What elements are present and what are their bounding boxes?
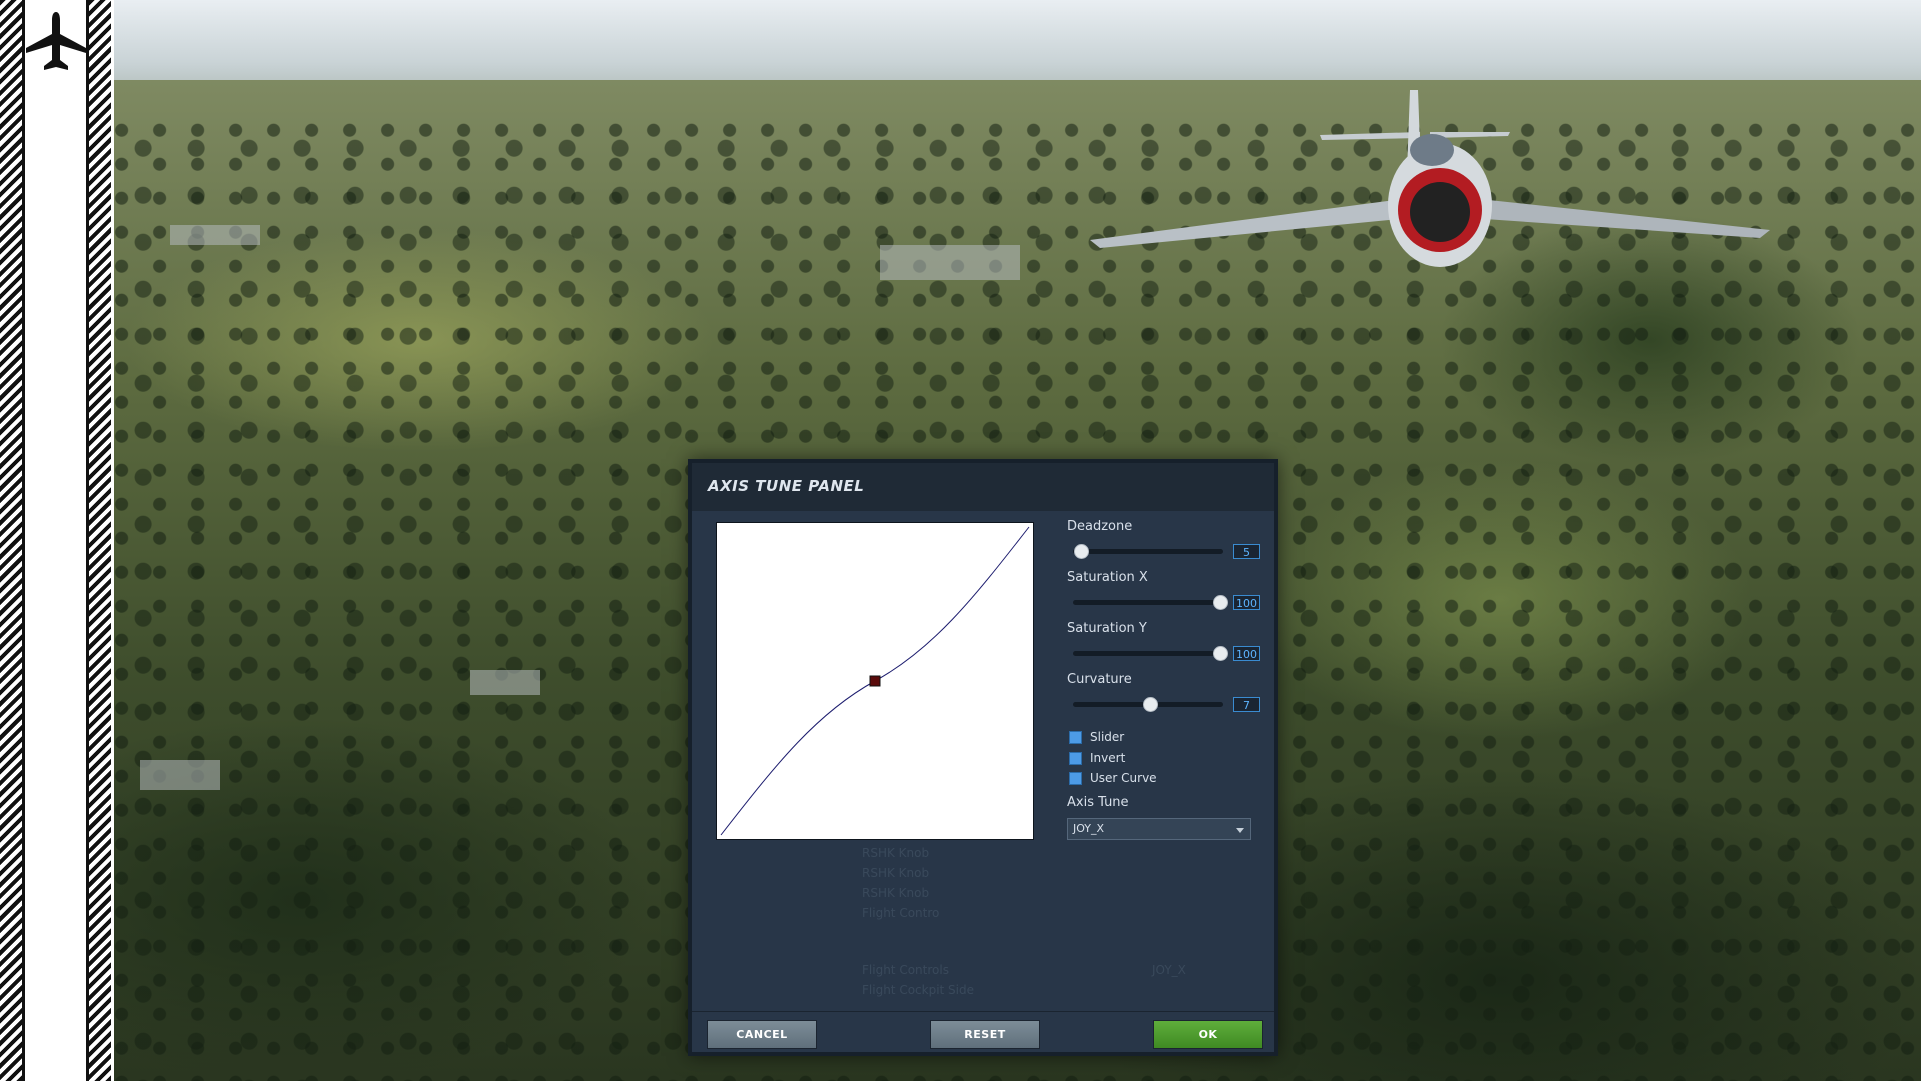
background-text: JOY_X [1152, 963, 1186, 977]
axis-tune-label: Axis Tune [1067, 795, 1129, 810]
deadzone-label: Deadzone [1067, 519, 1133, 534]
saturation-x-value[interactable]: 100 [1233, 595, 1260, 610]
town-buildings [470, 670, 540, 695]
axis-tune-selected-value: JOY_X [1073, 822, 1105, 835]
dialog-header: AXIS TUNE PANEL [692, 463, 1274, 511]
town-buildings [880, 245, 1020, 280]
deadzone-slider-track[interactable] [1073, 549, 1223, 554]
saturation-x-label: Saturation X [1067, 570, 1148, 585]
dialog-title: AXIS TUNE PANEL [708, 477, 865, 495]
background-text: Flight Contro [862, 906, 940, 920]
curvature-label: Curvature [1067, 672, 1132, 687]
reset-button[interactable]: RESET [930, 1020, 1040, 1049]
jet-aircraft [1090, 90, 1770, 267]
axis-tune-dropdown[interactable]: JOY_X [1067, 818, 1251, 840]
saturation-x-slider-track[interactable] [1073, 600, 1223, 605]
slider-checkbox[interactable] [1069, 731, 1082, 744]
footer-divider [692, 1011, 1274, 1012]
hatch-strip [89, 0, 111, 1081]
saturation-y-slider-thumb[interactable] [1213, 646, 1228, 661]
town-buildings [170, 225, 260, 245]
curve-plot [720, 526, 1030, 836]
saturation-y-slider-track[interactable] [1073, 651, 1223, 656]
ok-button[interactable]: OK [1153, 1020, 1263, 1049]
hatch-strip [0, 0, 22, 1081]
town-buildings [140, 760, 220, 790]
invert-checkbox-label: Invert [1090, 751, 1126, 765]
axis-tune-dialog: AXIS TUNE PANEL RSHK Knob RSHK Knob RSHK… [688, 459, 1278, 1056]
deadzone-value[interactable]: 5 [1233, 544, 1260, 559]
divider [86, 0, 89, 1081]
axis-curve-graph[interactable] [716, 522, 1034, 840]
airplane-icon [26, 12, 86, 70]
deadzone-slider-thumb[interactable] [1074, 544, 1089, 559]
cancel-button[interactable]: CANCEL [707, 1020, 817, 1049]
background-text: RSHK Knob [862, 866, 930, 880]
curve-control-point-icon[interactable] [869, 675, 881, 687]
background-text: RSHK Knob [862, 886, 930, 900]
curvature-slider-thumb[interactable] [1143, 697, 1158, 712]
background-text: RSHK Knob [862, 846, 930, 860]
chevron-down-icon [1236, 828, 1244, 833]
invert-checkbox[interactable] [1069, 752, 1082, 765]
user-curve-checkbox-label: User Curve [1090, 771, 1157, 785]
saturation-x-slider-thumb[interactable] [1213, 595, 1228, 610]
user-curve-checkbox[interactable] [1069, 772, 1082, 785]
side-bar [0, 0, 114, 1081]
saturation-y-label: Saturation Y [1067, 621, 1147, 636]
background-text: Flight Controls [862, 963, 949, 977]
curvature-value[interactable]: 7 [1233, 697, 1260, 712]
divider [22, 0, 25, 1081]
background-text: Flight Cockpit Side [862, 983, 975, 997]
saturation-y-value[interactable]: 100 [1233, 646, 1260, 661]
slider-checkbox-label: Slider [1090, 730, 1125, 744]
